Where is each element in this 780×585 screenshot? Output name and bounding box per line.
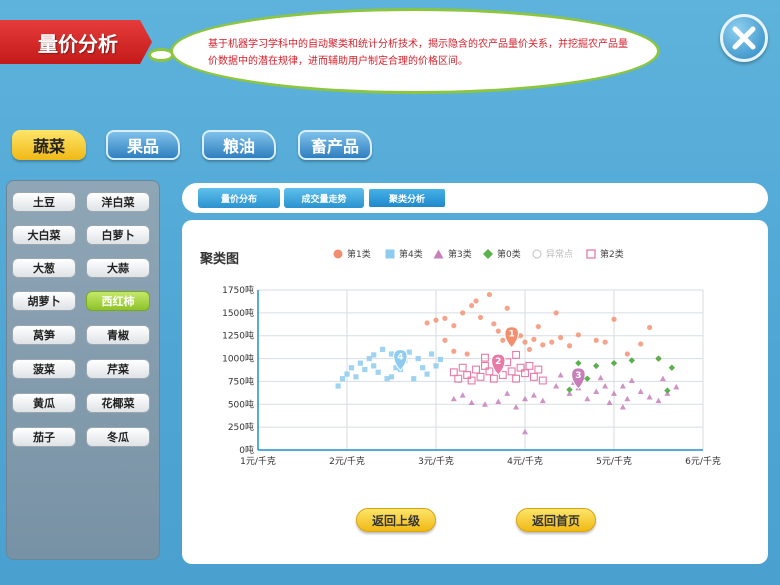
home-button[interactable]: 返回首页: [516, 508, 596, 532]
category-tab-vegetables[interactable]: 蔬菜: [12, 130, 86, 160]
legend-item-outlier[interactable]: 异常点: [532, 247, 573, 260]
chart-panel: [182, 220, 768, 564]
vegetable-item-scallion[interactable]: 大葱: [12, 258, 76, 278]
vegetable-item-spinach[interactable]: 菠菜: [12, 359, 76, 379]
legend-item-cluster-0[interactable]: 第0类: [483, 247, 521, 260]
close-button[interactable]: [720, 14, 768, 62]
vegetable-item-eggplant[interactable]: 茄子: [12, 427, 76, 447]
subtab-trading-volume-trend[interactable]: 成交量走势: [284, 188, 364, 208]
page-title-banner: 量价分析: [0, 20, 152, 64]
description-text: 基于机器学习学科中的自动聚类和统计分析技术，揭示隐含的农产品量价关系，并挖掘农产…: [208, 39, 628, 67]
category-tab-livestock[interactable]: 畜产品: [298, 130, 372, 160]
category-tab-grain-oil[interactable]: 粮油: [202, 130, 276, 160]
chart-title: 聚类图: [200, 252, 240, 267]
subtab-volume-price-distribution[interactable]: 量价分布: [198, 188, 280, 208]
vegetable-item-cauliflower[interactable]: 花椰菜: [86, 393, 150, 413]
legend-item-cluster-3[interactable]: 第3类: [433, 247, 472, 260]
back-button[interactable]: 返回上级: [356, 508, 436, 532]
vegetable-item-winter-melon[interactable]: 冬瓜: [86, 427, 150, 447]
vegetable-item-green-pepper[interactable]: 青椒: [86, 325, 150, 345]
legend-item-cluster-2[interactable]: 第2类: [586, 247, 624, 260]
subtab-cluster-analysis[interactable]: 聚类分析: [368, 188, 446, 208]
close-icon: [732, 26, 756, 50]
vegetable-item-tomato[interactable]: 西红柿: [86, 291, 150, 311]
vegetable-item-potato[interactable]: 土豆: [12, 192, 76, 212]
vegetable-item-garlic[interactable]: 大蒜: [86, 258, 150, 278]
vegetable-item-cucumber[interactable]: 黄瓜: [12, 393, 76, 413]
page-title: 量价分析: [38, 31, 118, 56]
vegetable-item-lettuce-stem[interactable]: 莴笋: [12, 325, 76, 345]
vegetable-item-celery[interactable]: 芹菜: [86, 359, 150, 379]
legend-item-cluster-1[interactable]: 第1类: [333, 247, 371, 260]
vegetable-item-chinese-cabbage[interactable]: 大白菜: [12, 225, 76, 245]
vegetable-item-carrot[interactable]: 胡萝卜: [12, 291, 76, 311]
vegetable-item-white-radish[interactable]: 白萝卜: [86, 225, 150, 245]
legend-item-cluster-4[interactable]: 第4类: [385, 247, 423, 260]
vegetable-item-cabbage[interactable]: 洋白菜: [86, 192, 150, 212]
category-tab-fruits[interactable]: 果品: [106, 130, 180, 160]
